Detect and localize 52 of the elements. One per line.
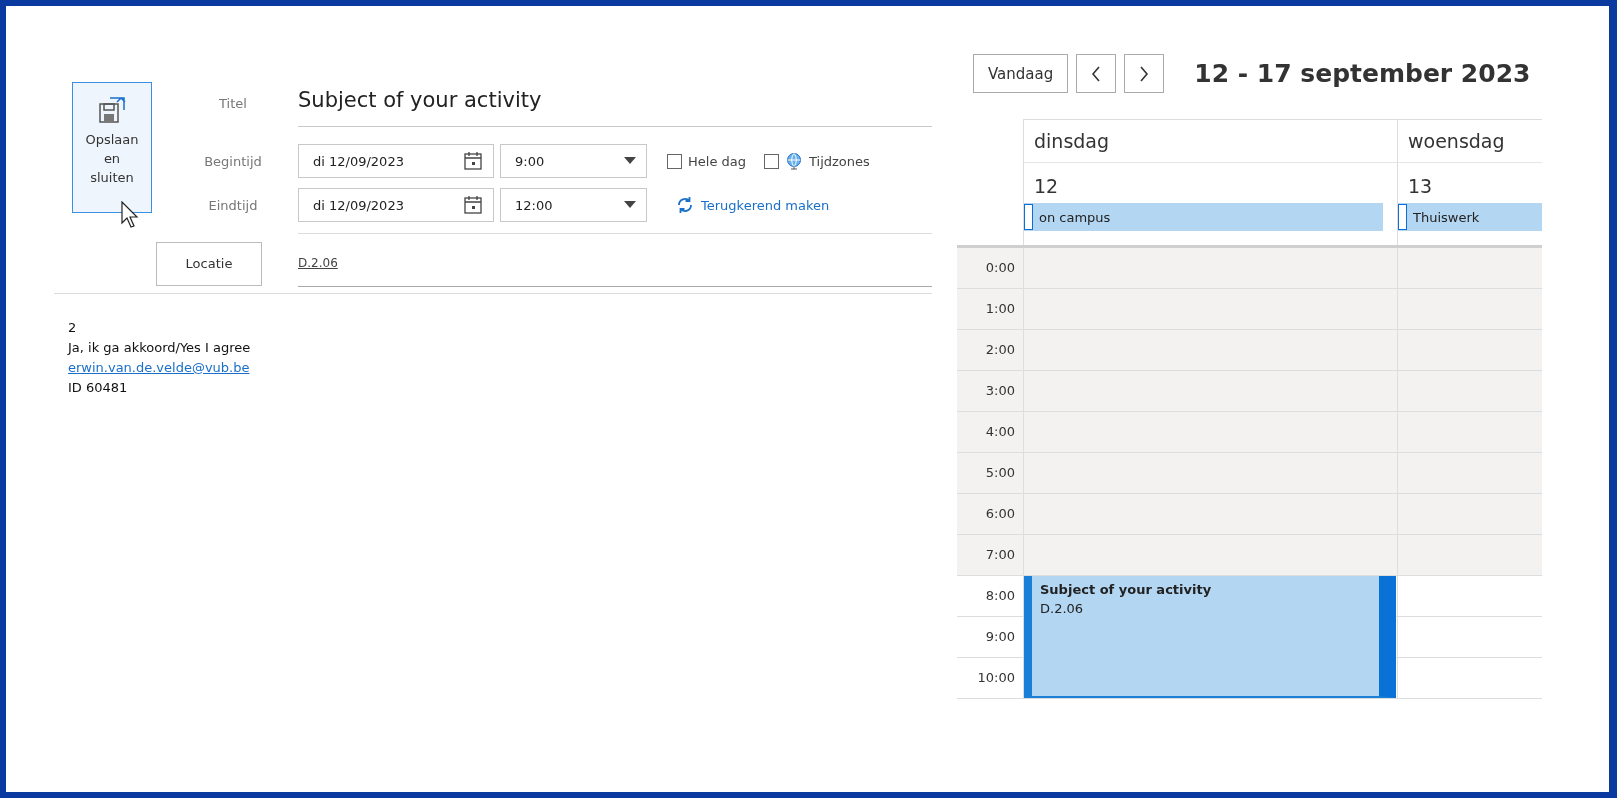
event-location: D.2.06 (1040, 601, 1085, 616)
hour-label: 1:00 (957, 289, 1023, 329)
checkbox-label: Tijdzones (809, 153, 870, 169)
body-text: 2 (68, 319, 77, 337)
day-number: 12 (1033, 174, 1060, 199)
day-name: dinsdag (1024, 120, 1397, 163)
location-button[interactable]: Locatie (156, 241, 262, 286)
hour-label: 3:00 (957, 371, 1023, 411)
all-day-event[interactable]: Thuiswerk (1398, 203, 1542, 231)
event-title: Subject of your activity (1040, 582, 1213, 597)
location-field[interactable]: D.2.06 (298, 240, 932, 287)
time-label: Begintijd (203, 153, 263, 169)
hour-label: 5:00 (957, 453, 1023, 493)
caret-icon (624, 201, 636, 209)
body-text: ID 60481 (68, 379, 128, 397)
calendar-time-slot[interactable] (1023, 248, 1397, 288)
caret-icon (624, 157, 636, 165)
previous-button[interactable] (1076, 54, 1117, 93)
next-button[interactable] (1124, 54, 1165, 93)
all-day-event[interactable]: on campus (1024, 203, 1383, 231)
globe-icon (785, 152, 803, 170)
time-label: Eindtijd (207, 197, 259, 213)
checkbox[interactable] (667, 153, 682, 169)
refresh-icon (675, 195, 695, 215)
chevron-right-icon (1138, 64, 1151, 83)
checkbox-label: Hele dag (688, 153, 746, 169)
today-button[interactable]: Vandaag (973, 54, 1069, 93)
email-link[interactable]: erwin.van.de.velde@vub.be (68, 358, 250, 378)
hour-label: 7:00 (957, 535, 1023, 575)
hour-label: 2:00 (957, 330, 1023, 370)
date-range-heading: 12 - 17 september 2023 (1194, 59, 1531, 88)
hour-label: 4:00 (957, 412, 1023, 452)
day-name: woensdag (1398, 120, 1542, 163)
save-icon (97, 95, 127, 125)
date-field[interactable]: di 12/09/2023 (298, 144, 494, 178)
title-field[interactable]: Subject of your activity (298, 80, 932, 127)
mouse-cursor-icon (121, 201, 141, 229)
checkbox[interactable] (764, 153, 779, 169)
body-text: Ja, ik ga akkoord/Yes I agree (68, 339, 251, 357)
hour-label: 0:00 (957, 248, 1023, 288)
calendar-event[interactable]: Subject of your activity D.2.06 (1024, 576, 1396, 698)
date-field[interactable]: di 12/09/2023 (298, 188, 494, 222)
recurrence-link[interactable]: Terugkerend maken (675, 195, 830, 215)
calendar-time-slot[interactable] (1023, 535, 1397, 575)
time-dropdown[interactable]: 9:00 (500, 144, 647, 178)
title-label: Titel (218, 96, 248, 111)
time-dropdown[interactable]: 12:00 (500, 188, 647, 222)
day-number: 13 (1407, 174, 1434, 199)
hour-label: 6:00 (957, 494, 1023, 534)
calendar-icon (463, 195, 483, 215)
chevron-left-icon (1090, 64, 1103, 83)
calendar-icon (463, 151, 483, 171)
